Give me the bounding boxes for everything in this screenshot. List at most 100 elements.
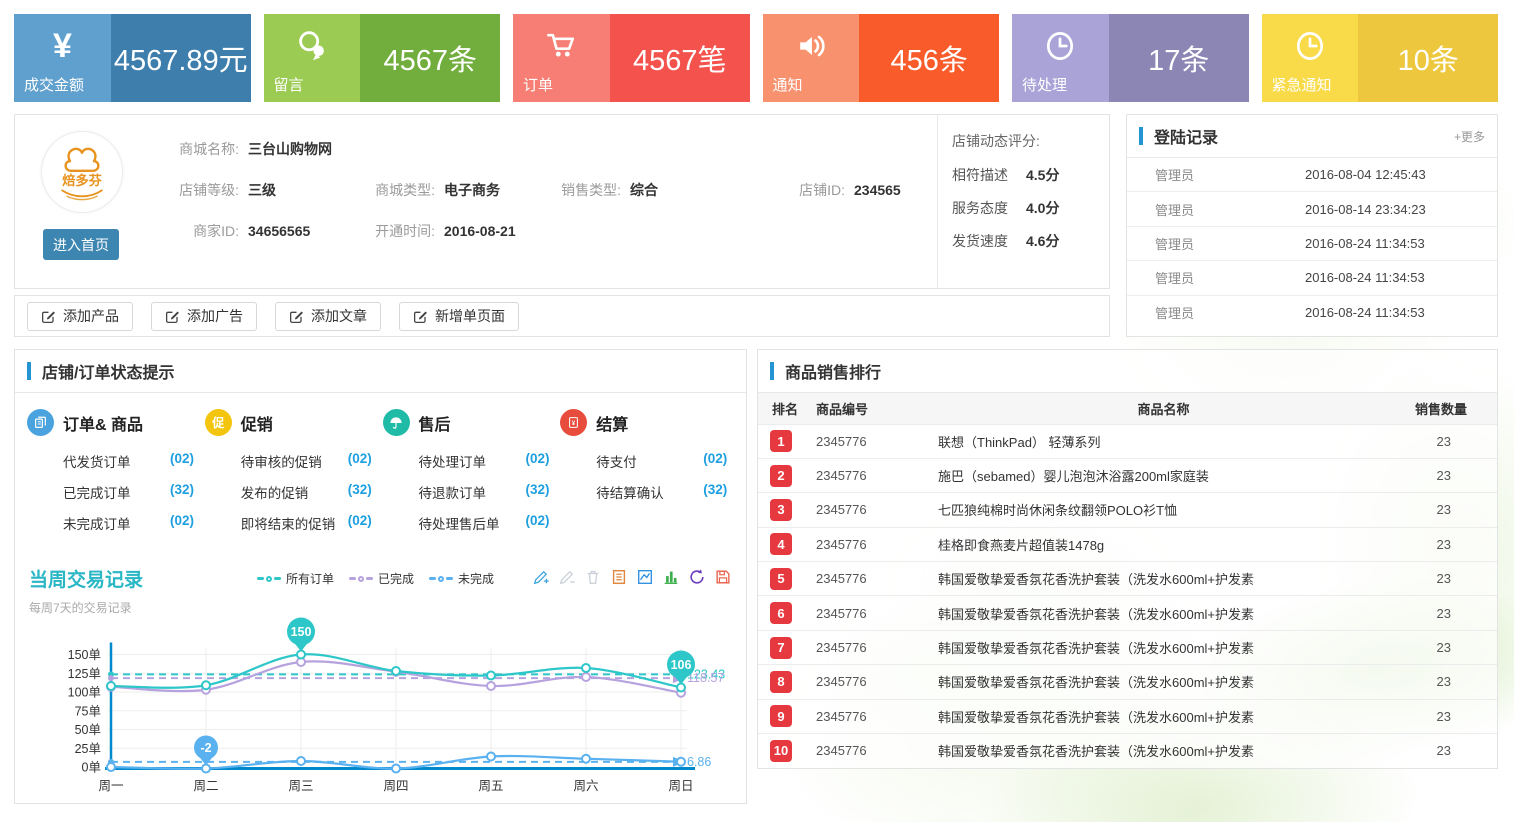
status-item-label: 发布的促销 [241,482,338,502]
save-icon[interactable] [714,568,732,586]
product-name: 施巴（sebamed）婴儿泡泡沐浴露200ml家庭装 [938,458,1389,492]
status-item[interactable]: 即将结束的促销 (02) [241,513,383,533]
add-action-button[interactable]: 添加广告 [151,302,257,331]
status-item-count: (02) [526,513,550,533]
status-panel-title: 店铺/订单状态提示 [42,359,734,383]
edit-icon [41,309,56,324]
ranking-table: 排名 商品编号 商品名称 销售数量 1 2345776 联想（ThinkPad）… [758,393,1497,768]
login-record-row: 管理员 2016-08-04 12:45:43 [1127,158,1497,192]
data-view-icon[interactable] [610,568,628,586]
stat-cards-row: ¥ 成交金额 4567.89元 留言 4567条 订单 4567笔 通知 456… [14,14,1498,102]
line-chart-icon[interactable] [636,568,654,586]
status-item[interactable]: 待处理订单 (02) [419,451,561,471]
score-row: 相符描述 4.5分 [952,165,1109,185]
product-sku: 2345776 [816,493,938,527]
product-name: 韩国爱敬挚爱香氛花香洗护套装（洗发水600ml+护发素 [938,630,1389,664]
more-link[interactable]: +更多 [1454,128,1485,145]
add-action-button[interactable]: 新增单页面 [399,302,519,331]
ranking-row: 2 2345776 施巴（sebamed）婴儿泡泡沐浴露200ml家庭装 23 [758,458,1497,492]
status-item[interactable]: 待审核的促销 (02) [241,451,383,471]
legend-label: 未完成 [458,570,494,587]
login-records-title: 登陆记录 [1154,124,1454,148]
status-group-aftersale: 售后 待处理订单 (02) 待退款订单 (32) 待处理售后单 (02) [383,409,561,553]
field-value: 234565 [854,182,901,198]
legend-item-all-orders[interactable]: 所有订单 [257,570,334,587]
status-item-count: (02) [348,513,372,533]
status-item[interactable]: 待支付 (02) [596,451,738,471]
stat-value: 456条 [859,14,999,102]
status-group-name: 结算 [596,411,628,435]
legend-label: 已完成 [378,570,414,587]
svg-text:周日: 周日 [668,779,693,793]
ranking-row: 5 2345776 韩国爱敬挚爱香氛花香洗护套装（洗发水600ml+护发素 23 [758,562,1497,596]
stat-label: 通知 [773,74,803,95]
product-name: 韩国爱敬挚爱香氛花香洗护套装（洗发水600ml+护发素 [938,665,1389,699]
action-label: 添加文章 [311,306,367,326]
status-item-count: (02) [170,451,194,471]
login-time: 2016-08-14 23:34:23 [1305,202,1426,217]
enter-homepage-button[interactable]: 进入首页 [43,229,119,260]
status-item-count: (32) [526,482,550,502]
product-sku: 2345776 [816,734,938,768]
bar-chart-icon[interactable] [662,568,680,586]
edit-add-icon[interactable] [532,568,550,586]
rank-badge: 10 [770,740,792,762]
product-name: 韩国爱敬挚爱香氛花香洗护套装（洗发水600ml+护发素 [938,699,1389,733]
svg-text:150单: 150单 [68,648,101,662]
field-value: 2016-08-21 [444,223,516,239]
legend-item-incomplete[interactable]: 未完成 [429,570,494,587]
product-qty: 23 [1389,630,1497,664]
status-group-name: 订单& 商品 [63,411,143,435]
status-item[interactable]: 发布的促销 (32) [241,482,383,502]
status-item-label: 待支付 [596,451,693,471]
refresh-icon[interactable] [688,568,706,586]
stat-label: 待处理 [1022,74,1067,95]
stat-card-pending: 待处理 17条 [1012,14,1249,102]
status-item[interactable]: 待处理售后单 (02) [419,513,561,533]
add-action-button[interactable]: 添加产品 [27,302,133,331]
edit-remove-icon[interactable] [558,568,576,586]
product-name: 韩国爱敬挚爱香氛花香洗护套装（洗发水600ml+护发素 [938,734,1389,768]
weekly-trade-chart: 0单25单50单75单100单125单150单周一周二周三周四周五周六周日123… [21,607,733,807]
status-item[interactable]: 已完成订单 (32) [63,482,205,502]
product-sku: 2345776 [816,562,938,596]
logo-text: 焙多芬 [62,172,102,188]
rank-badge: 8 [770,671,792,693]
status-item[interactable]: 待退款订单 (32) [419,482,561,502]
speaker-icon [793,24,829,68]
product-sku: 2345776 [816,458,938,492]
add-action-button[interactable]: 添加文章 [275,302,381,331]
product-name: 韩国爱敬挚爱香氛花香洗护套装（洗发水600ml+护发素 [938,596,1389,630]
product-name: 桂格即食燕麦片超值装1478g [938,527,1389,561]
chart-title: 当周交易记录 [29,565,219,592]
svg-text:周四: 周四 [383,779,408,793]
product-qty: 23 [1389,424,1497,458]
action-label: 添加广告 [187,306,243,326]
field-label: 销售类型: [539,180,621,200]
cart-icon [543,24,579,68]
status-item[interactable]: 代发货订单 (02) [63,451,205,471]
action-label: 新增单页面 [435,306,505,326]
login-record-row: 管理员 2016-08-24 11:34:53 [1127,296,1497,330]
product-qty: 23 [1389,734,1497,768]
delete-icon[interactable] [584,568,602,586]
status-group-orders: 订单& 商品 代发货订单 (02) 已完成订单 (32) 未完成订单 (02) [27,409,205,553]
stat-card-orders: 订单 4567笔 [513,14,750,102]
login-time: 2016-08-24 11:34:53 [1305,236,1425,251]
aftersale-icon [383,409,410,436]
product-qty: 23 [1389,596,1497,630]
ranking-row: 8 2345776 韩国爱敬挚爱香氛花香洗护套装（洗发水600ml+护发素 23 [758,665,1497,699]
product-qty: 23 [1389,699,1497,733]
status-group-settlement: ¥ 结算 待支付 (02) 待结算确认 (32) [560,409,738,553]
svg-text:¥: ¥ [572,420,576,427]
legend-item-completed[interactable]: 已完成 [349,570,414,587]
login-user: 管理员 [1155,165,1305,184]
score-label: 服务态度 [952,198,1026,218]
title-accent-bar [1139,127,1143,145]
chart-toolbar [532,565,732,586]
status-item[interactable]: 待结算确认 (32) [596,482,738,502]
status-item-label: 未完成订单 [63,513,160,533]
product-qty: 23 [1389,458,1497,492]
svg-text:25单: 25单 [75,742,101,756]
status-item[interactable]: 未完成订单 (02) [63,513,205,533]
